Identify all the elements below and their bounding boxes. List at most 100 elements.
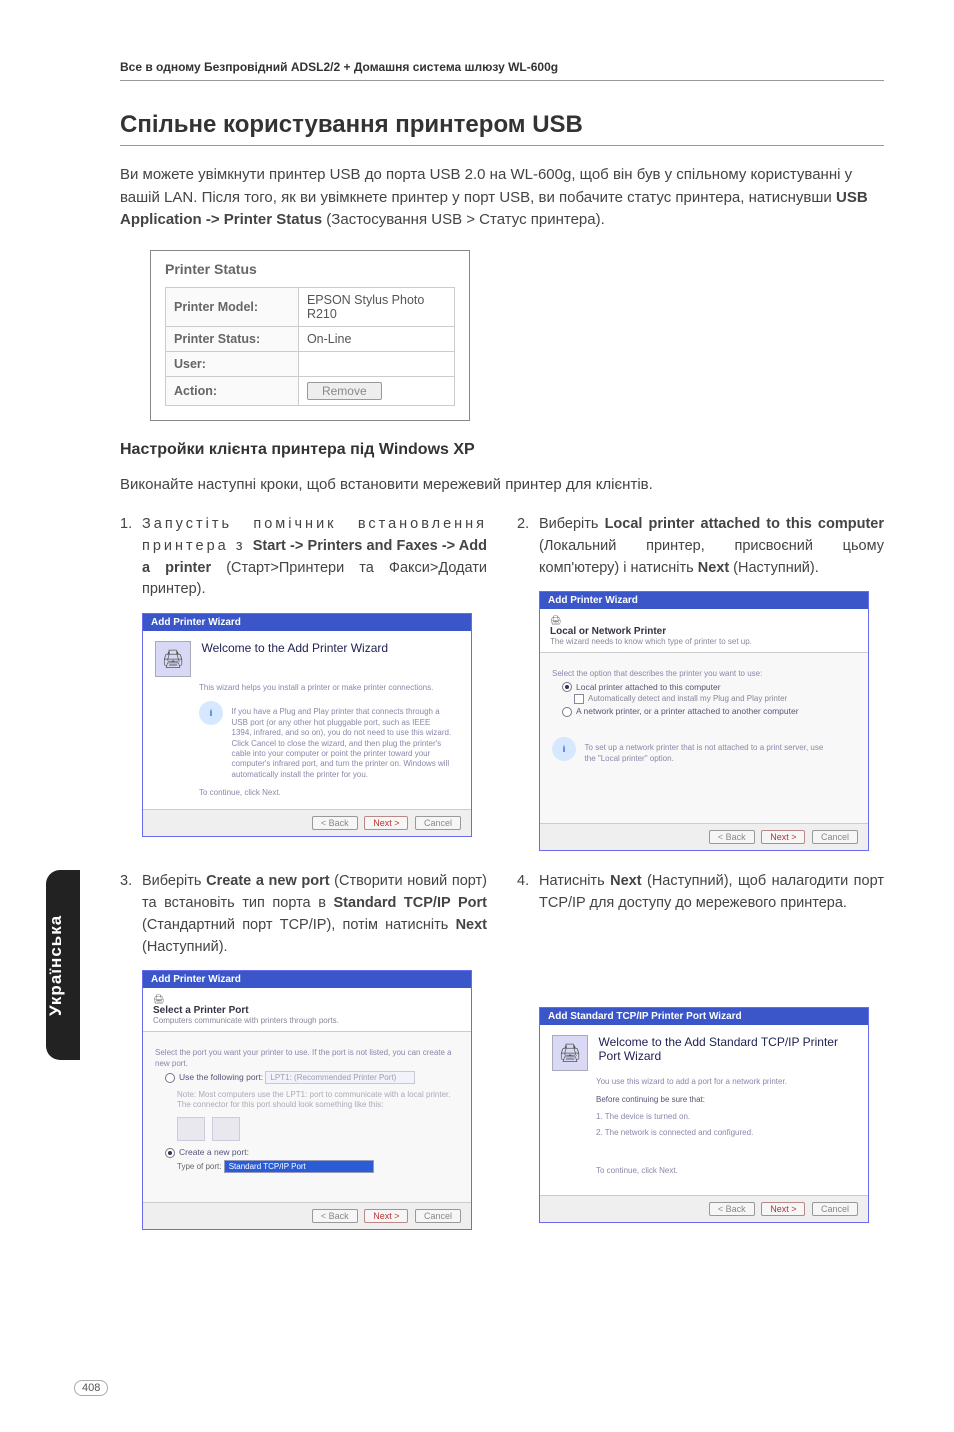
page-header: Все в одному Безпровідний ADSL2/2 + Дома… (120, 60, 884, 81)
check-autodetect[interactable]: Automatically detect and install my Plug… (574, 694, 856, 704)
wizard-titlebar: Add Printer Wizard (540, 592, 868, 609)
connector-icon (212, 1117, 240, 1141)
radio-use-port-label: Use the following port: (179, 1072, 263, 1082)
prompt: Select the option that describes the pri… (552, 669, 856, 679)
band-sub: The wizard needs to know which type of p… (550, 637, 858, 646)
band-title: Select a Printer Port (153, 1005, 461, 1016)
back-button[interactable]: < Back (709, 830, 755, 844)
next-button[interactable]: Next > (364, 816, 408, 830)
back-button[interactable]: < Back (312, 816, 358, 830)
radio-network-label: A network printer, or a printer attached… (576, 706, 799, 716)
info-icon: i (199, 701, 223, 725)
port-type-select[interactable]: Standard TCP/IP Port (224, 1160, 374, 1173)
type-of-port-label: Type of port: (177, 1162, 221, 1171)
radio-use-port[interactable]: Use the following port: LPT1: (Recommend… (165, 1071, 459, 1084)
value-status: On-Line (298, 326, 454, 351)
step3-d: Standard TCP/IP Port (334, 895, 487, 911)
printer-icon: 🖨 (155, 641, 191, 677)
language-tab: Українська (46, 870, 80, 1060)
printer-status-table: Printer Model: EPSON Stylus Photo R210 P… (165, 287, 455, 406)
radio-create-port[interactable]: Create a new port: (165, 1147, 459, 1158)
radio-local-label: Local printer attached to this computer (576, 682, 721, 692)
table-row: Action: Remove (166, 376, 455, 405)
intro-text-2: (Застосування USB > Статус принтера). (322, 211, 605, 228)
label-model: Printer Model: (166, 287, 299, 326)
sub-heading: Настройки клієнта принтера під Windows X… (120, 441, 884, 459)
printer-status-title: Printer Status (165, 261, 455, 277)
table-row: Printer Model: EPSON Stylus Photo R210 (166, 287, 455, 326)
next-button[interactable]: Next > (761, 1202, 805, 1216)
section-title: Спільне користування принтером USB (120, 111, 884, 146)
table-row: User: (166, 351, 455, 376)
step-1: 1. Запустіть помічник встановлення принт… (120, 514, 487, 601)
step-3: 3. Виберіть Create a new port (Створити … (120, 871, 487, 958)
step2-d: Next (698, 560, 729, 576)
label-action: Action: (166, 376, 299, 405)
label-user: User: (166, 351, 299, 376)
value-model: EPSON Stylus Photo R210 (298, 287, 454, 326)
cancel-button[interactable]: Cancel (812, 1202, 858, 1216)
cancel-button[interactable]: Cancel (812, 830, 858, 844)
wizard-continue: To continue, click Next. (596, 1166, 856, 1176)
wizard-heading: Welcome to the Add Printer Wizard (202, 641, 452, 655)
wizard-local-network: Add Printer Wizard 🖨 Local or Network Pr… (539, 591, 869, 851)
label-status: Printer Status: (166, 326, 299, 351)
sub-intro: Виконайте наступні кроки, щоб встановити… (120, 474, 884, 497)
value-user (298, 351, 454, 376)
radio-network[interactable]: A network printer, or a printer attached… (562, 706, 856, 717)
wizard-titlebar: Add Standard TCP/IP Printer Port Wizard (540, 1008, 868, 1025)
connector-icon (177, 1117, 205, 1141)
wizard-tcpip-port: Add Standard TCP/IP Printer Port Wizard … (539, 1007, 869, 1223)
wizard-heading: Welcome to the Add Standard TCP/IP Print… (599, 1035, 849, 1063)
back-button[interactable]: < Back (312, 1209, 358, 1223)
back-button[interactable]: < Back (709, 1202, 755, 1216)
step2-e: (Наступний). (729, 560, 819, 576)
intro-text-1: Ви можете увімкнути принтер USB до порта… (120, 166, 852, 206)
step3-f: Next (456, 917, 487, 933)
wizard-before: Before continuing be sure that: (596, 1095, 856, 1105)
cancel-button[interactable]: Cancel (415, 816, 461, 830)
wizard-tip: To set up a network printer that is not … (585, 743, 825, 764)
step3-b: Create a new port (206, 873, 329, 889)
wizard-titlebar: Add Printer Wizard (143, 614, 471, 631)
step2-a: Виберіть (539, 516, 605, 532)
step-number: 2. (517, 514, 539, 579)
step-4: 4. Натисніть Next (Наступний), щоб налаг… (517, 871, 884, 915)
next-button[interactable]: Next > (761, 830, 805, 844)
wizard-line1: This wizard helps you install a printer … (199, 683, 459, 693)
info-icon: i (552, 737, 576, 761)
port-note: Note: Most computers use the LPT1: port … (177, 1090, 459, 1111)
wizard-line1: You use this wizard to add a port for a … (596, 1077, 856, 1087)
wizard-continue: To continue, click Next. (199, 788, 459, 798)
cancel-button[interactable]: Cancel (415, 1209, 461, 1223)
radio-create-port-label: Create a new port: (179, 1147, 249, 1157)
wizard-welcome: Add Printer Wizard 🖨 Welcome to the Add … (142, 613, 472, 837)
step3-g: (Наступний). (142, 939, 228, 955)
band-sub: Computers communicate with printers thro… (153, 1016, 461, 1025)
table-row: Printer Status: On-Line (166, 326, 455, 351)
value-action: Remove (298, 376, 454, 405)
step3-e: (Стандартний порт TCP/IP), потім натисні… (142, 917, 456, 933)
prompt: Select the port you want your printer to… (155, 1048, 459, 1069)
page-number: 408 (74, 1380, 108, 1396)
wizard-b1: 1. The device is turned on. (596, 1112, 856, 1122)
next-button[interactable]: Next > (364, 1209, 408, 1223)
band-title: Local or Network Printer (550, 626, 858, 637)
printer-icon: 🖨 (552, 1035, 588, 1071)
printer-icon: 🖨 (550, 615, 561, 625)
step-2: 2. Виберіть Local printer attached to th… (517, 514, 884, 579)
port-select[interactable]: LPT1: (Recommended Printer Port) (265, 1071, 415, 1084)
printer-status-box: Printer Status Printer Model: EPSON Styl… (150, 250, 470, 421)
intro-paragraph: Ви можете увімкнути принтер USB до порта… (120, 164, 884, 232)
printer-icon: 🖨 (153, 994, 164, 1004)
step-number: 3. (120, 871, 142, 958)
radio-local[interactable]: Local printer attached to this computer (562, 682, 856, 693)
step-number: 1. (120, 514, 142, 601)
remove-button[interactable]: Remove (307, 382, 382, 400)
check-autodetect-label: Automatically detect and install my Plug… (588, 695, 787, 704)
step2-b: Local printer attached to this computer (605, 516, 884, 532)
step4-b: Next (610, 873, 641, 889)
step-number: 4. (517, 871, 539, 915)
wizard-select-port: Add Printer Wizard 🖨 Select a Printer Po… (142, 970, 472, 1230)
step3-a: Виберіть (142, 873, 206, 889)
